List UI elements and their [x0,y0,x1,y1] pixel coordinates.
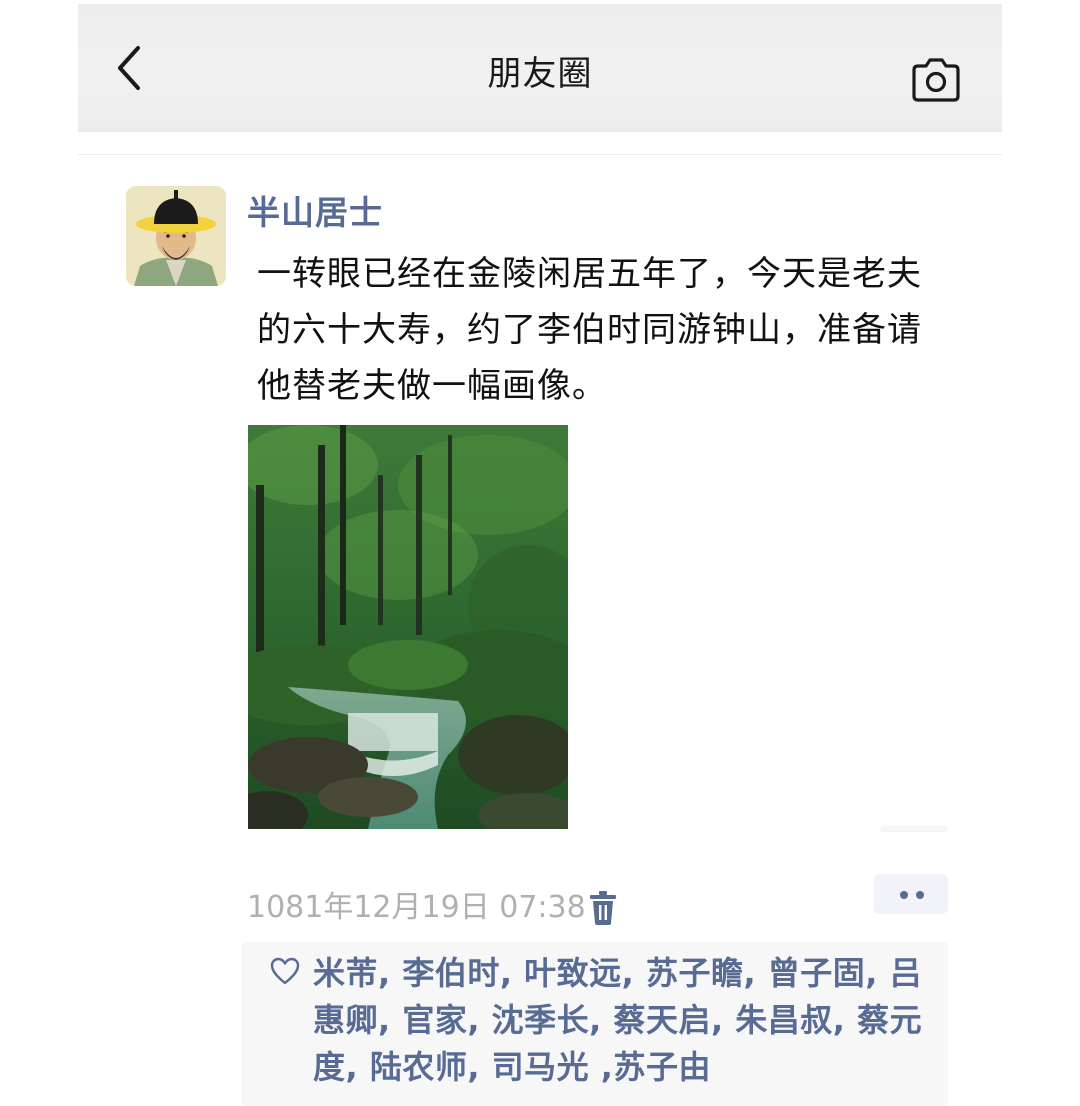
more-dots-icon [900,891,908,899]
liker-name[interactable]: 叶致远 [524,954,622,992]
liker-name[interactable]: 朱昌叔 [735,1001,833,1039]
liker-separator: , [378,954,391,992]
liker-separator: , [710,1001,724,1039]
trash-icon [590,891,616,925]
post-timestamp: 1081年12月19日 07:38 [247,890,586,925]
post-photo[interactable] [248,425,568,829]
liker-separator: , [467,1048,480,1086]
moments-page: 朋友圈 半山居士 一转眼已经在金陵闲居五年了，今天是老夫的六十大寿，约了李伯时同… [0,0,1080,1106]
liker-name[interactable]: 米芾 [313,954,378,992]
liker-separator: , [832,1001,846,1039]
liker-separator: , [467,1001,480,1039]
liker-name[interactable]: 官家 [402,1001,467,1039]
liker-separator: , [499,954,513,992]
page-title: 朋友圈 [487,54,593,94]
liker-separator: , [345,1048,359,1086]
liker-separator: , [600,1048,614,1086]
post-text: 一转眼已经在金陵闲居五年了，今天是老夫的六十大寿，约了李伯时同游钟山，准备请他替… [257,254,922,406]
nav-divider [78,154,1002,155]
camera-icon [912,58,960,102]
liker-name[interactable]: 沈季长 [492,1001,590,1039]
decorative-strip [880,826,948,832]
likes-list: 米芾, 李伯时, 叶致远, 苏子瞻, 曾子固, 吕惠卿, 官家, 沈季长, 蔡天… [313,950,933,1091]
more-dots-icon [916,891,924,899]
nav-bar: 朋友圈 [78,4,1002,132]
more-actions-button[interactable] [874,874,948,914]
liker-separator: , [589,1001,602,1039]
likes-panel: 米芾, 李伯时, 叶致远, 苏子瞻, 曾子固, 吕惠卿, 官家, 沈季长, 蔡天… [242,942,948,1106]
liker-name[interactable]: 陆农师 [370,1048,468,1086]
scholar-portrait-avatar [126,186,226,286]
liker-name[interactable]: 苏子由 [613,1048,711,1086]
liker-name[interactable]: 苏子瞻 [646,954,744,992]
heart-outline-icon [270,957,300,985]
delete-button[interactable] [588,891,618,925]
liker-separator: , [621,954,635,992]
liker-separator: , [743,954,757,992]
liker-name[interactable]: 司马光 [492,1048,590,1086]
liker-name[interactable]: 蔡天启 [613,1001,711,1039]
avatar[interactable] [126,186,226,286]
liker-name[interactable]: 曾子固 [768,954,866,992]
author-name[interactable]: 半山居士 [247,191,383,235]
liker-separator: , [865,954,878,992]
liker-name[interactable]: 李伯时 [402,954,500,992]
camera-button[interactable] [910,56,962,104]
forest-stream-photo [248,425,568,829]
liker-separator: , [378,1001,391,1039]
